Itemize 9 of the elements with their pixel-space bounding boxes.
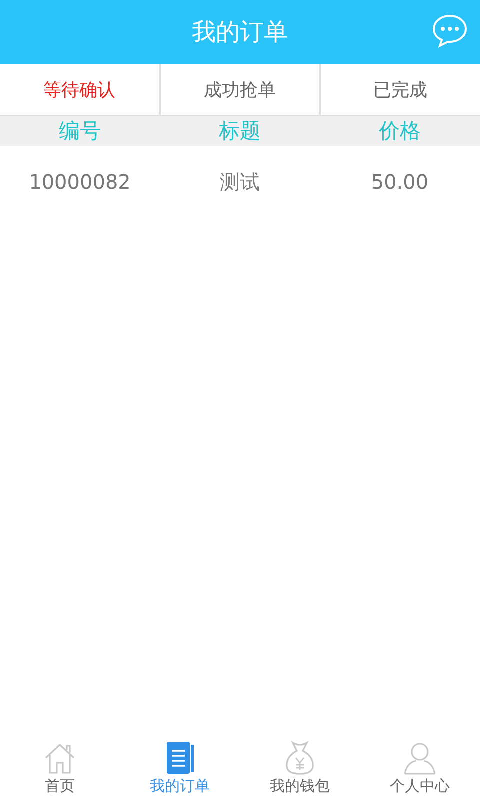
table-cell-text: 测试: [219, 168, 261, 196]
chat-icon[interactable]: [432, 14, 468, 48]
column-header: 价格: [378, 118, 422, 145]
page-title: 我的订单: [192, 17, 288, 48]
table-cell-text: 10000082: [28, 170, 132, 194]
column-header: 标题: [218, 118, 262, 145]
person-icon: [402, 741, 438, 775]
table-cell-text: 50.00: [370, 170, 430, 194]
column-header: 编号: [58, 118, 102, 145]
